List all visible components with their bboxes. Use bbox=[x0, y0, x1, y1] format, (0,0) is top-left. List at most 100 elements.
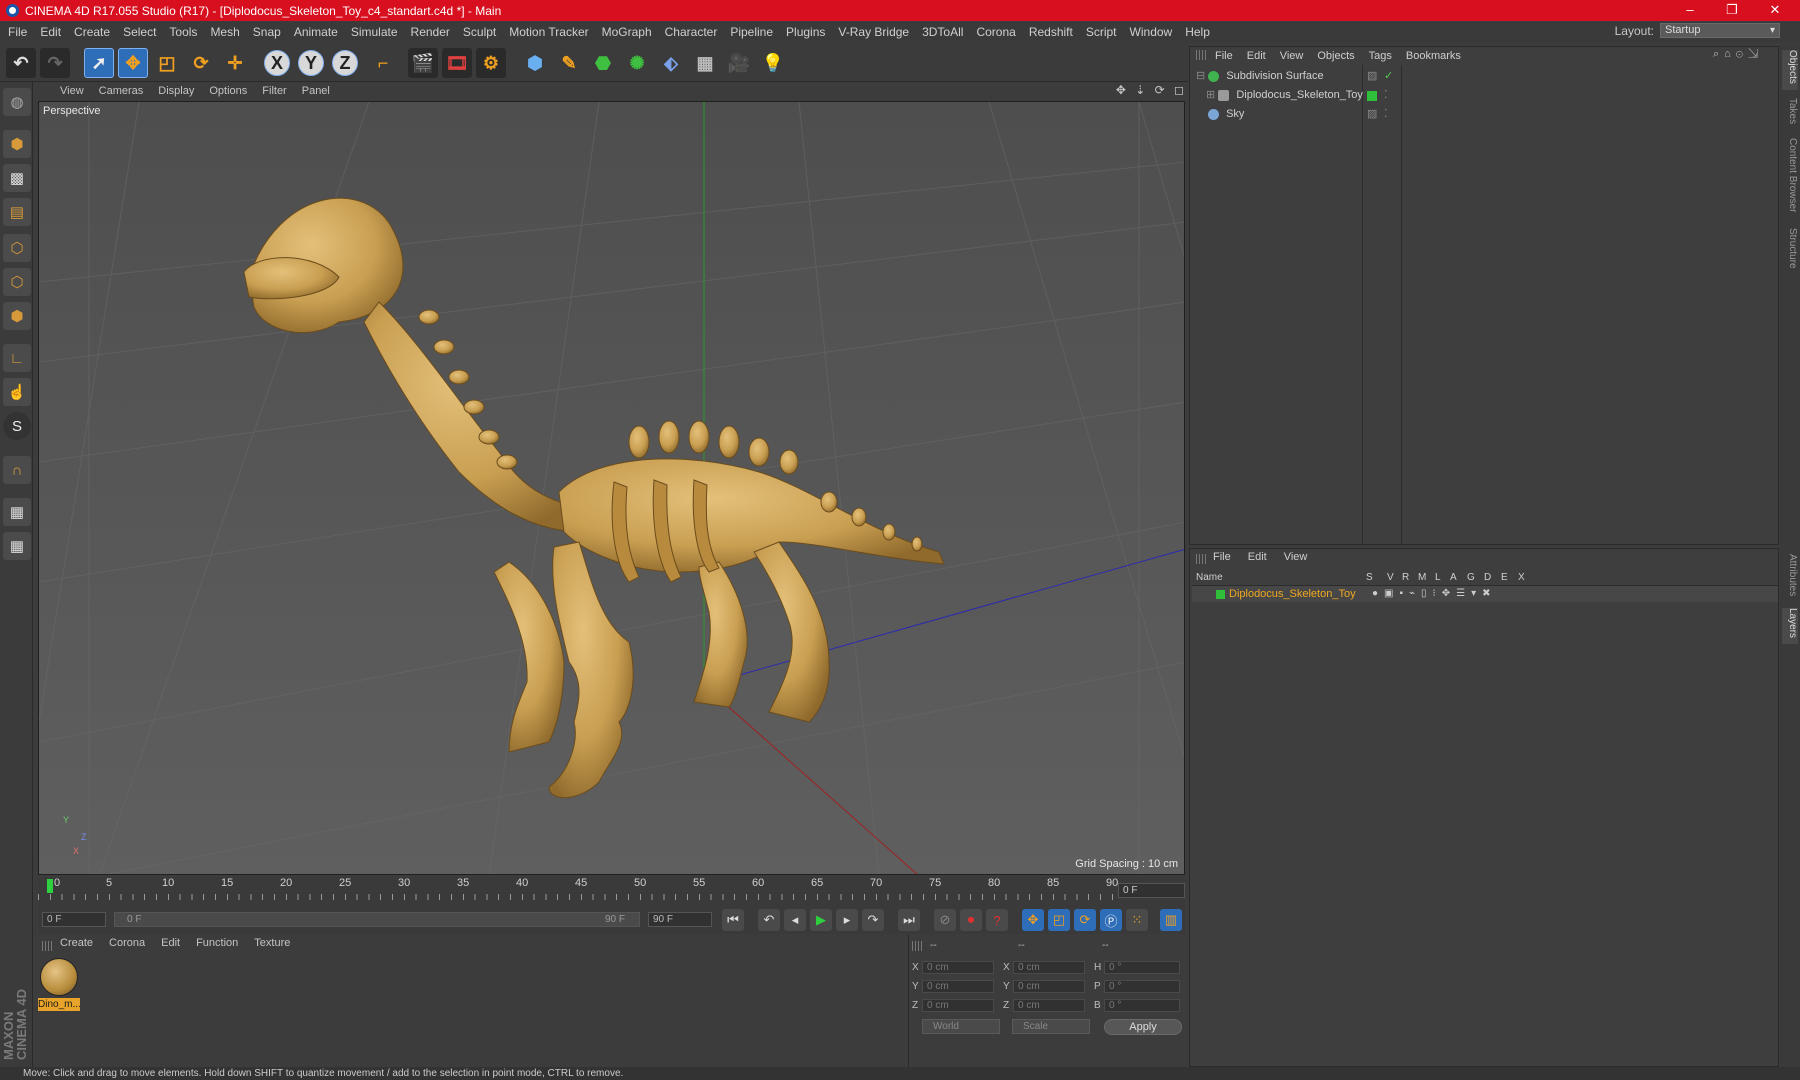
next-keyframe-icon[interactable]: ↷ bbox=[862, 909, 884, 931]
layer-col-xref[interactable]: X bbox=[1518, 572, 1525, 583]
previous-frame-icon[interactable]: ◂ bbox=[784, 909, 806, 931]
end-frame-field[interactable]: 90 F bbox=[648, 912, 712, 927]
object-menu-tags[interactable]: Tags bbox=[1369, 50, 1392, 62]
menu-select[interactable]: Select bbox=[123, 25, 156, 39]
layer-col-view[interactable]: V bbox=[1387, 572, 1394, 583]
workplane-grid-icon[interactable]: ▦ bbox=[3, 532, 31, 560]
frame-range-slider[interactable]: 0 F 90 F bbox=[114, 912, 640, 927]
key-rotation-icon[interactable]: ⟳ bbox=[1074, 909, 1096, 931]
layer-manager-grip-icon[interactable] bbox=[1196, 554, 1206, 564]
go-to-start-icon[interactable]: ⏮ bbox=[722, 909, 744, 931]
layer-col-deformers[interactable]: D bbox=[1484, 572, 1491, 583]
menu-vray-bridge[interactable]: V-Ray Bridge bbox=[838, 25, 909, 39]
coordinates-panel-grip-icon[interactable] bbox=[912, 941, 922, 951]
layer-color-swatch[interactable] bbox=[1216, 590, 1225, 599]
menu-edit[interactable]: Edit bbox=[40, 25, 61, 39]
go-to-end-icon[interactable]: ⏭ bbox=[898, 909, 920, 931]
layer-col-animation[interactable]: A bbox=[1450, 572, 1457, 583]
move-tool-icon[interactable]: ✥ bbox=[118, 48, 148, 78]
menu-window[interactable]: Window bbox=[1130, 25, 1173, 39]
material-menu-corona[interactable]: Corona bbox=[109, 937, 145, 949]
enabled-check-icon[interactable]: ✓ bbox=[1384, 68, 1393, 85]
object-row-diplodocus-skeleton-toy[interactable]: ⊞ Diplodocus_Skeleton_Toy ⁚ bbox=[1192, 87, 1782, 105]
visibility-dots-icon[interactable]: ⁚ bbox=[1384, 106, 1388, 123]
record-keyframes-icon[interactable]: ⊘ bbox=[934, 909, 956, 931]
visibility-toggle-icon[interactable]: ▨ bbox=[1367, 106, 1377, 123]
render-picture-viewer-icon[interactable]: 🎞 bbox=[442, 48, 472, 78]
rotation-b-field[interactable]: 0 ° bbox=[1104, 999, 1180, 1012]
menu-motion-tracker[interactable]: Motion Tracker bbox=[509, 25, 588, 39]
tab-layers[interactable]: Layers bbox=[1782, 608, 1798, 644]
menu-3dtoall[interactable]: 3DToAll bbox=[922, 25, 963, 39]
layer-col-expressions[interactable]: E bbox=[1501, 572, 1508, 583]
perspective-viewport[interactable]: Perspective Grid Spacing : 10 cm Y Z X bbox=[38, 101, 1185, 875]
magnet-icon[interactable]: ∩ bbox=[3, 456, 31, 484]
edges-mode-icon[interactable]: ⬡ bbox=[3, 268, 31, 296]
position-x-field[interactable]: 0 cm bbox=[922, 961, 994, 974]
render-view-icon[interactable]: 🎬 bbox=[408, 48, 438, 78]
object-menu-view[interactable]: View bbox=[1280, 50, 1304, 62]
viewport-menu-display[interactable]: Display bbox=[158, 85, 194, 97]
light-icon[interactable]: 💡 bbox=[758, 48, 788, 78]
visibility-dots-icon[interactable]: ⁚ bbox=[1384, 87, 1388, 104]
menu-simulate[interactable]: Simulate bbox=[351, 25, 398, 39]
viewport-menu-view[interactable]: View bbox=[60, 85, 84, 97]
x-axis-lock-icon[interactable]: X bbox=[264, 50, 290, 76]
redo-icon[interactable]: ↷ bbox=[40, 48, 70, 78]
workplane-lock-icon[interactable]: ▦ bbox=[3, 498, 31, 526]
object-menu-file[interactable]: File bbox=[1215, 50, 1233, 62]
undo-icon[interactable]: ↶ bbox=[6, 48, 36, 78]
snapping-icon[interactable]: S bbox=[3, 412, 31, 440]
floor-environment-icon[interactable]: ▦ bbox=[690, 48, 720, 78]
viewport-navigation-icons[interactable]: ✥ ⇣ ⟳ ◻ bbox=[1116, 83, 1187, 97]
pen-spline-icon[interactable]: ✎ bbox=[554, 48, 584, 78]
layer-menu-edit[interactable]: Edit bbox=[1248, 551, 1267, 563]
tab-content-browser[interactable]: Content Browser bbox=[1782, 138, 1798, 218]
position-y-field[interactable]: 0 cm bbox=[922, 980, 994, 993]
material-menu-function[interactable]: Function bbox=[196, 937, 238, 949]
menu-file[interactable]: File bbox=[8, 25, 27, 39]
maximize-button[interactable]: ❐ bbox=[1712, 0, 1752, 21]
position-z-field[interactable]: 0 cm bbox=[922, 999, 994, 1012]
visibility-toggle-icon[interactable]: ▨ bbox=[1367, 68, 1377, 85]
mograph-cloner-icon[interactable]: ✺ bbox=[622, 48, 652, 78]
close-button[interactable]: ✕ bbox=[1755, 0, 1795, 21]
apply-button[interactable]: Apply bbox=[1104, 1019, 1182, 1035]
autokeying-icon[interactable]: ⏺ bbox=[960, 909, 982, 931]
layer-col-render[interactable]: R bbox=[1402, 572, 1409, 583]
layout-dropdown[interactable]: Startup bbox=[1660, 23, 1780, 38]
menu-script[interactable]: Script bbox=[1086, 25, 1117, 39]
layer-menu-file[interactable]: File bbox=[1213, 551, 1231, 563]
menu-render[interactable]: Render bbox=[411, 25, 450, 39]
menu-create[interactable]: Create bbox=[74, 25, 110, 39]
polygons-mode-icon[interactable]: ⬢ bbox=[3, 302, 31, 330]
timeline-window-icon[interactable]: ▥ bbox=[1160, 909, 1182, 931]
size-x-field[interactable]: 0 cm bbox=[1013, 961, 1085, 974]
render-settings-icon[interactable]: ⚙ bbox=[476, 48, 506, 78]
object-manager-search-icon[interactable]: ⌕⌂⊙⇲ bbox=[1713, 48, 1763, 61]
viewport-menu-cameras[interactable]: Cameras bbox=[99, 85, 144, 97]
material-menu-texture[interactable]: Texture bbox=[254, 937, 290, 949]
material-thumbnail[interactable] bbox=[40, 958, 78, 996]
coordinate-system-icon[interactable]: ⌐ bbox=[368, 48, 398, 78]
menu-sculpt[interactable]: Sculpt bbox=[463, 25, 496, 39]
rotate-tool-icon[interactable]: ⟳ bbox=[186, 48, 216, 78]
size-mode-dropdown[interactable]: Scale bbox=[1012, 1019, 1090, 1034]
object-menu-objects[interactable]: Objects bbox=[1317, 50, 1354, 62]
next-frame-icon[interactable]: ▸ bbox=[836, 909, 858, 931]
object-menu-bookmarks[interactable]: Bookmarks bbox=[1406, 50, 1461, 62]
layer-row[interactable]: Diplodocus_Skeleton_Toy ●▣▪⌁▯⁝✥☰▾✖ bbox=[1192, 586, 1778, 602]
tab-structure[interactable]: Structure bbox=[1782, 228, 1798, 278]
menu-snap[interactable]: Snap bbox=[253, 25, 281, 39]
make-editable-icon[interactable]: ◍ bbox=[3, 88, 31, 116]
menu-character[interactable]: Character bbox=[665, 25, 718, 39]
menu-plugins[interactable]: Plugins bbox=[786, 25, 825, 39]
layer-col-solo[interactable]: S bbox=[1366, 572, 1373, 583]
menu-mograph[interactable]: MoGraph bbox=[602, 25, 652, 39]
scale-tool-icon[interactable]: ◰ bbox=[152, 48, 182, 78]
model-mode-icon[interactable]: ⬢ bbox=[3, 130, 31, 158]
material-name[interactable]: Dino_m... bbox=[38, 998, 81, 1011]
layer-color-swatch[interactable] bbox=[1367, 91, 1377, 101]
keyframe-selection-icon[interactable]: ? bbox=[986, 909, 1008, 931]
key-position-icon[interactable]: ✥ bbox=[1022, 909, 1044, 931]
